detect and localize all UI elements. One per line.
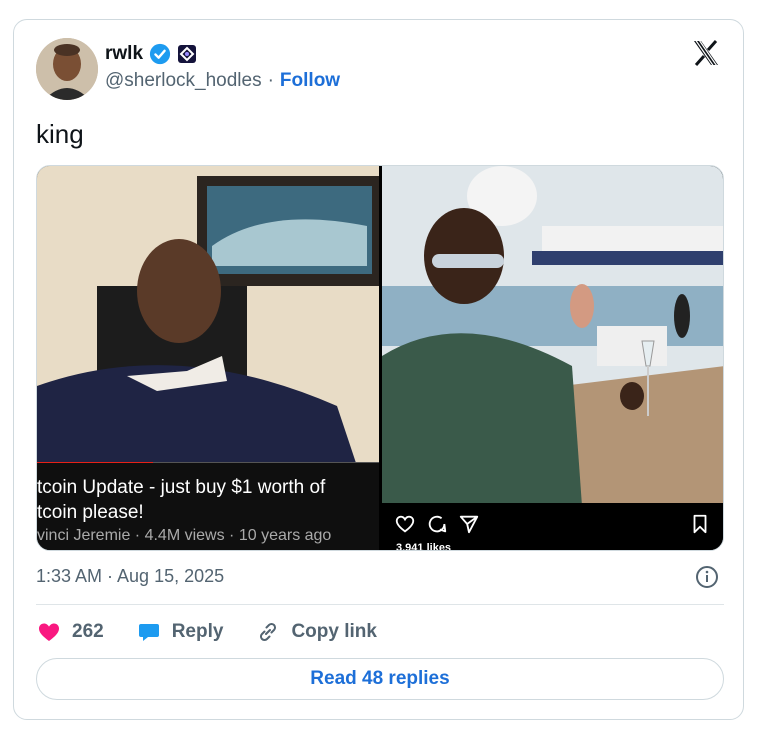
yacht-photo [382,166,723,506]
avatar[interactable] [36,38,98,100]
separator-dot: · [267,70,274,91]
tweet-actions: 262 Reply Copy link [36,618,409,646]
youtube-info-bar: tcoin Update - just buy $1 worth of tcoi… [37,463,379,550]
share-icon[interactable] [458,513,480,535]
tweet-card: rwlk @sherlock_hodles · Follow king tcoi… [13,19,744,720]
media-image-instagram[interactable]: 3,941 likes [382,166,723,551]
instagram-icons [394,513,480,535]
link-icon [260,622,277,642]
tweet-timestamp[interactable]: 1:33 AM · Aug 15, 2025 [36,566,224,587]
reply-button[interactable]: Reply [136,620,224,644]
tweet-text: king [36,119,84,149]
affiliate-badge-icon [178,45,197,63]
divider [36,604,724,605]
x-logo-icon[interactable] [691,38,721,68]
heart-filled-icon [39,623,59,641]
media-grid[interactable]: tcoin Update - just buy $1 worth of tcoi… [36,165,724,551]
youtube-video-meta: vinci Jeremie · 4.4M views · 10 years ag… [37,527,332,544]
youtube-video-title: tcoin Update - just buy $1 worth of tcoi… [37,477,326,523]
instagram-likes: 3,941 likes [396,542,452,551]
comment-icon[interactable] [426,513,448,535]
copy-link-label: Copy link [291,621,377,642]
instagram-action-bar: 3,941 likes [382,503,723,551]
follow-button[interactable]: Follow [280,70,340,92]
author-name[interactable]: rwlk [105,43,143,65]
media-image-youtube[interactable]: tcoin Update - just buy $1 worth of tcoi… [37,166,379,550]
verified-badge-icon [149,43,171,65]
reply-bubble-icon [138,624,159,641]
bookmark-icon[interactable] [689,513,711,535]
author-name-row: rwlk [105,42,197,66]
author-handle[interactable]: @sherlock_hodles [105,70,262,92]
heart-icon[interactable] [394,513,416,535]
reply-label: Reply [171,621,224,642]
read-replies-button[interactable]: Read 48 replies [36,658,724,700]
like-button[interactable]: 262 [36,620,104,644]
like-count: 262 [72,621,104,642]
youtube-photo [37,166,379,466]
info-icon[interactable] [695,565,719,589]
copy-link-button[interactable]: Copy link [255,620,377,644]
author-handle-row: @sherlock_hodles · Follow [105,70,340,92]
